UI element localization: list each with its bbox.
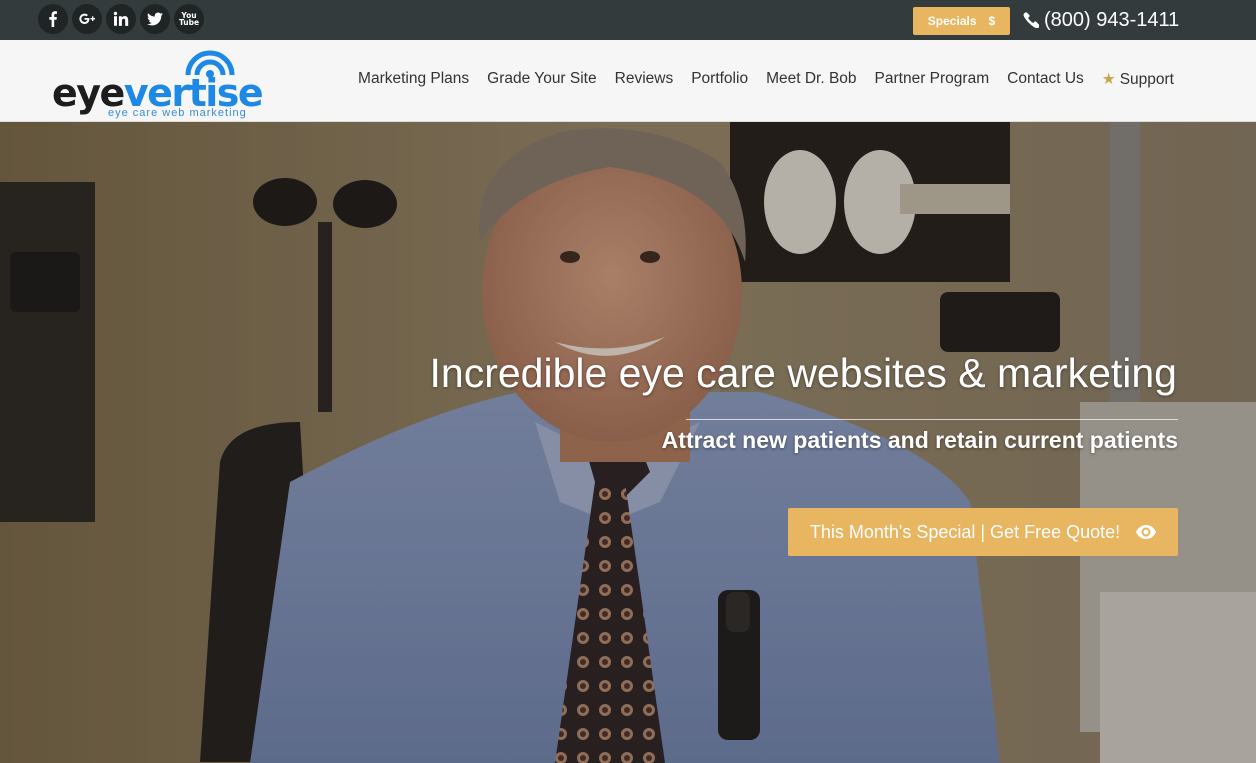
nav-support-label: Support xyxy=(1119,71,1174,88)
nav-marketing-plans[interactable]: Marketing Plans xyxy=(358,70,469,89)
free-quote-label: This Month's Special | Get Free Quote! xyxy=(809,521,1121,542)
youtube-button[interactable]: You Tube xyxy=(174,4,204,34)
google-plus-icon xyxy=(79,13,95,24)
nav-portfolio[interactable]: Portfolio xyxy=(691,70,748,89)
phone-icon xyxy=(1023,12,1039,28)
facebook-icon xyxy=(49,11,57,27)
nav-meet-dr-bob[interactable]: Meet Dr. Bob xyxy=(766,70,856,89)
youtube-icon: You Tube xyxy=(178,11,200,27)
hero-section: Incredible eye care websites & marketing… xyxy=(0,122,1256,763)
dollar-icon: $ xyxy=(988,14,996,28)
specials-button[interactable]: Specials $ xyxy=(913,7,1010,35)
hero-headline: Incredible eye care websites & marketing xyxy=(429,350,1177,396)
free-quote-button[interactable]: This Month's Special | Get Free Quote! xyxy=(788,508,1178,556)
facebook-button[interactable] xyxy=(38,4,68,34)
twitter-button[interactable] xyxy=(140,4,170,34)
main-navbar: eyevertise eye care web marketing Market… xyxy=(0,40,1256,122)
phone-link[interactable]: (800) 943-1411 xyxy=(1023,7,1179,33)
nav-partner-program[interactable]: Partner Program xyxy=(875,70,990,89)
nav-grade-your-site[interactable]: Grade Your Site xyxy=(487,70,596,89)
phone-number: (800) 943-1411 xyxy=(1044,8,1180,31)
twitter-icon xyxy=(147,12,163,26)
specials-label: Specials xyxy=(927,14,977,28)
primary-nav: Marketing Plans Grade Your Site Reviews … xyxy=(358,70,1174,89)
linkedin-icon xyxy=(113,11,129,26)
nav-reviews[interactable]: Reviews xyxy=(615,70,674,89)
logo-tagline: eye care web marketing xyxy=(108,107,247,119)
top-bar: You Tube Specials $ (800) 943-1411 xyxy=(0,0,1256,40)
nav-contact-us[interactable]: Contact Us xyxy=(1007,70,1084,89)
linkedin-button[interactable] xyxy=(106,4,136,34)
social-links: You Tube xyxy=(38,4,204,34)
hero-subheadline: Attract new patients and retain current … xyxy=(661,427,1178,453)
google-plus-button[interactable] xyxy=(72,4,102,34)
nav-support[interactable]: ★ Support xyxy=(1102,70,1174,89)
eye-icon xyxy=(1136,525,1157,539)
eyevertise-logo[interactable]: eyevertise eye care web marketing xyxy=(52,45,267,121)
hero-divider xyxy=(686,419,1178,420)
star-icon: ★ xyxy=(1101,71,1116,88)
